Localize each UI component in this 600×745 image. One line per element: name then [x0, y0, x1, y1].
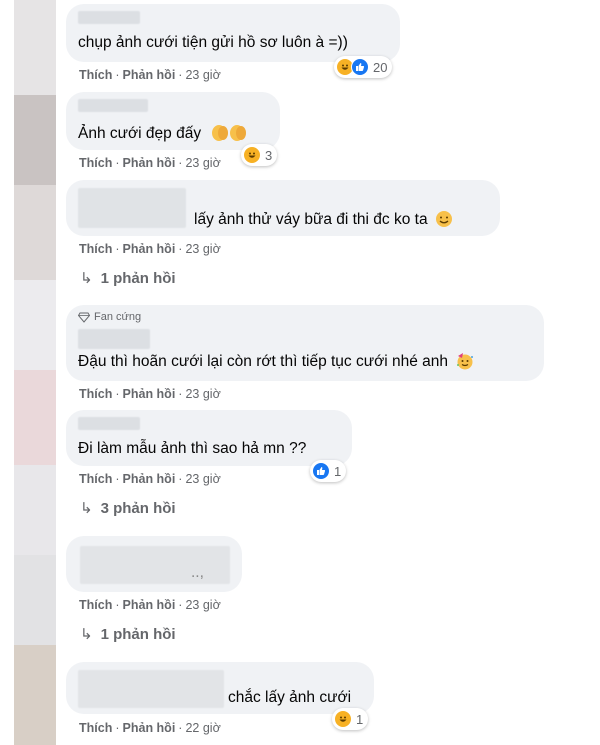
avatar-strip — [14, 0, 56, 745]
author-name[interactable] — [78, 188, 186, 228]
comment-text: chắc lấy ảnh cưới — [228, 689, 352, 706]
comment-bubble: Ảnh cưới đẹp đấy — [66, 92, 280, 150]
view-replies-link[interactable]: ↳ 1 phản hồi — [80, 269, 176, 287]
badge-label: Fan cứng — [94, 311, 142, 323]
avatar[interactable] — [14, 0, 56, 95]
view-replies-link[interactable]: ↳ 1 phản hồi — [80, 625, 176, 643]
comment-text: .., — [191, 564, 204, 581]
author-name[interactable] — [78, 329, 150, 349]
timestamp[interactable]: 23 giờ — [185, 387, 220, 401]
timestamp[interactable]: 23 giờ — [185, 242, 220, 256]
comment-bubble: chắc lấy ảnh cưới — [66, 662, 374, 714]
comment-text-content: Đậu thì hoãn cưới lại còn rớt thì tiếp t… — [78, 353, 449, 370]
avatar[interactable] — [14, 370, 56, 465]
like-button[interactable]: Thích — [79, 721, 112, 735]
author-name[interactable] — [78, 99, 148, 112]
reaction-summary[interactable]: 3 — [241, 144, 278, 166]
comment-text-content: Ảnh cưới đẹp đấy — [78, 125, 202, 142]
comment-bubble: chụp ảnh cưới tiện gửi hồ sơ luôn à =)) — [66, 4, 400, 62]
comment-text-content: lấy ảnh thử váy bữa đi thi đc ko ta — [194, 211, 428, 228]
fan-badge: Fan cứng — [78, 311, 141, 323]
reaction-count: 1 — [334, 463, 342, 479]
avatar[interactable] — [14, 280, 56, 370]
reply-button[interactable]: Phản hồi — [123, 156, 176, 170]
avatar[interactable] — [14, 555, 56, 645]
comment-actions: Thích · Phản hồi · 23 giờ — [79, 598, 221, 612]
like-button[interactable]: Thích — [79, 387, 112, 401]
comment-text: Ảnh cưới đẹp đấy — [78, 122, 249, 147]
reply-button[interactable]: Phản hồi — [123, 387, 176, 401]
avatar[interactable] — [14, 95, 56, 185]
party-face-icon — [455, 352, 475, 375]
timestamp[interactable]: 23 giờ — [185, 156, 220, 170]
haha-icon — [334, 710, 352, 728]
replies-count: 3 phản hồi — [100, 500, 176, 517]
like-icon — [312, 462, 330, 480]
author-name[interactable] — [80, 546, 230, 584]
like-button[interactable]: Thích — [79, 68, 112, 82]
avatar[interactable] — [14, 185, 56, 280]
reply-button[interactable]: Phản hồi — [123, 598, 176, 612]
avatar[interactable] — [14, 465, 56, 555]
comment-bubble: .., — [66, 536, 242, 592]
comment-bubble: lấy ảnh thử váy bữa đi thi đc ko ta — [66, 180, 500, 236]
timestamp[interactable]: 22 giờ — [185, 721, 220, 735]
like-button[interactable]: Thích — [79, 598, 112, 612]
reply-arrow-icon: ↳ — [80, 626, 93, 643]
haha-icon — [243, 146, 261, 164]
comment-text: chụp ảnh cưới tiện gửi hồ sơ luôn à =)) — [78, 34, 348, 51]
author-name[interactable] — [78, 417, 140, 430]
comment-actions: Thích · Phản hồi · 23 giờ — [79, 156, 221, 170]
comment-text: Đi làm mẫu ảnh thì sao hả mn ?? — [78, 440, 307, 457]
reply-arrow-icon: ↳ — [80, 500, 93, 517]
diamond-icon — [78, 312, 90, 323]
reply-button[interactable]: Phản hồi — [123, 721, 176, 735]
reply-button[interactable]: Phản hồi — [123, 472, 176, 486]
timestamp[interactable]: 23 giờ — [185, 68, 220, 82]
comment-actions: Thích · Phản hồi · 22 giờ — [79, 721, 221, 735]
like-icon — [351, 58, 369, 76]
reaction-summary[interactable]: 1 — [332, 708, 369, 730]
comment-text: Đậu thì hoãn cưới lại còn rớt thì tiếp t… — [78, 352, 475, 375]
replies-count: 1 phản hồi — [100, 270, 176, 287]
comment-bubble: Đi làm mẫu ảnh thì sao hả mn ?? — [66, 410, 352, 466]
reaction-count: 20 — [373, 59, 388, 75]
reply-button[interactable]: Phản hồi — [123, 68, 176, 82]
comment-bubble: Fan cứng Đậu thì hoãn cưới lại còn rớt t… — [66, 305, 544, 381]
replies-count: 1 phản hồi — [100, 626, 176, 643]
clap-hands-icon — [209, 122, 249, 147]
author-name[interactable] — [78, 670, 224, 708]
avatar[interactable] — [14, 645, 56, 745]
comment-actions: Thích · Phản hồi · 23 giờ — [79, 472, 221, 486]
timestamp[interactable]: 23 giờ — [185, 472, 220, 486]
comment-actions: Thích · Phản hồi · 23 giờ — [79, 242, 221, 256]
like-button[interactable]: Thích — [79, 156, 112, 170]
view-replies-link[interactable]: ↳ 3 phản hồi — [80, 499, 176, 517]
comment-actions: Thích · Phản hồi · 23 giờ — [79, 68, 221, 82]
reaction-summary[interactable]: 20 — [334, 56, 393, 78]
like-button[interactable]: Thích — [79, 472, 112, 486]
timestamp[interactable]: 23 giờ — [185, 598, 220, 612]
comment-actions: Thích · Phản hồi · 23 giờ — [79, 387, 221, 401]
reaction-count: 3 — [265, 147, 273, 163]
reply-arrow-icon: ↳ — [80, 270, 93, 287]
reaction-count: 1 — [356, 711, 364, 727]
comment-text: lấy ảnh thử váy bữa đi thi đc ko ta — [194, 210, 453, 233]
author-name[interactable] — [78, 11, 140, 24]
reaction-summary[interactable]: 1 — [310, 460, 347, 482]
smile-icon — [435, 210, 453, 233]
reply-button[interactable]: Phản hồi — [123, 242, 176, 256]
like-button[interactable]: Thích — [79, 242, 112, 256]
